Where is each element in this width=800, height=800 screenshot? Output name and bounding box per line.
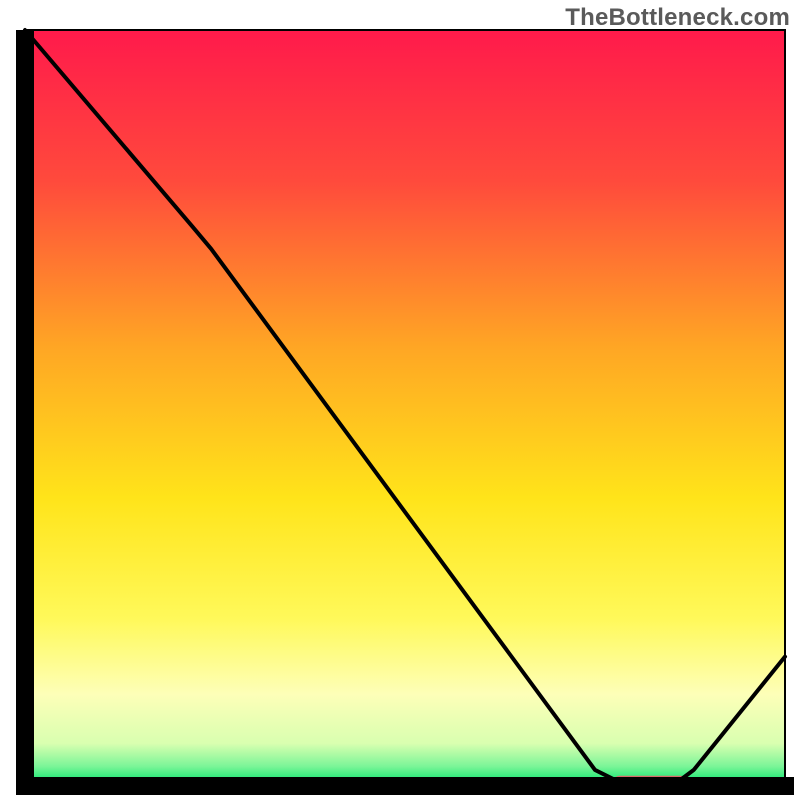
bottleneck-chart: TheBottleneck.com	[0, 0, 800, 800]
chart-canvas	[0, 0, 800, 800]
watermark-label: TheBottleneck.com	[565, 4, 790, 32]
gradient-background	[25, 30, 785, 785]
